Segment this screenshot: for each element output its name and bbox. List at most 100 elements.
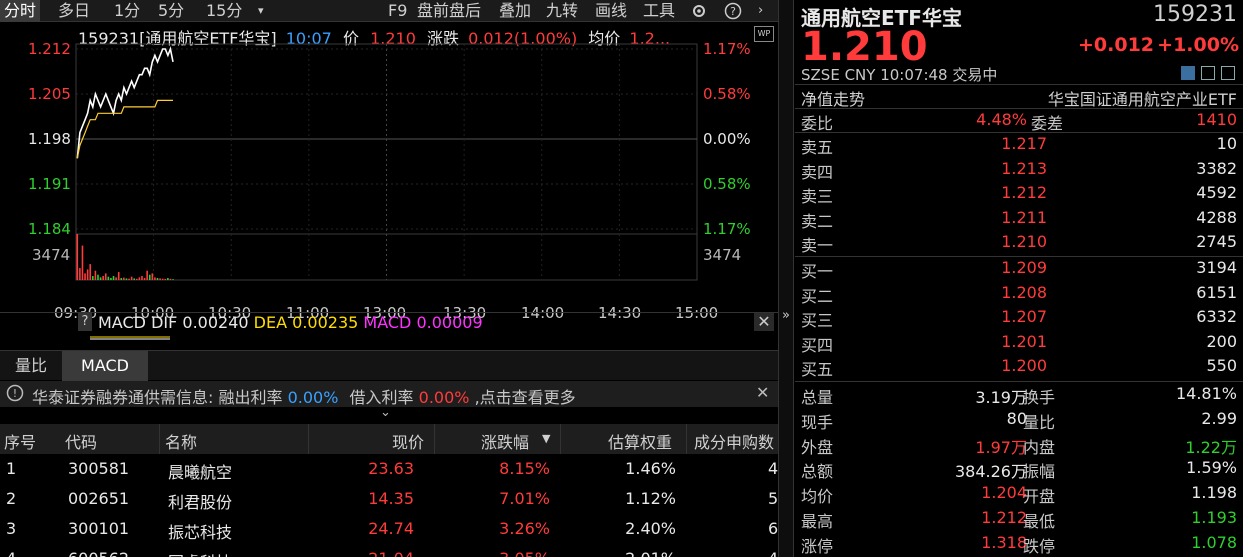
row-name: 国睿科技 [168, 549, 232, 557]
panel-divider[interactable]: » [778, 0, 794, 557]
tool-premarket[interactable]: 盘前盘后 [417, 0, 481, 22]
row-price: 24.74 [368, 519, 414, 538]
price-change: +0.012 [1078, 34, 1155, 56]
period-tab-multiday[interactable]: 多日 [58, 0, 90, 22]
row-subscription-qty: 5 [768, 489, 779, 508]
row-subscription-qty: 4 [768, 549, 778, 557]
ask-price[interactable]: 1.212 [1001, 183, 1047, 202]
ask-book: 卖五 1.217 10 卖四 1.213 3382 卖三 1.212 4592 卖二 1.211 42… [795, 134, 1243, 256]
gear-icon[interactable] [690, 0, 710, 22]
volume-bar [110, 278, 112, 280]
bid-level-label: 买五 [801, 360, 834, 379]
stat-label: 跌停 [1023, 536, 1056, 556]
row-change-pct: 8.15% [499, 459, 550, 478]
row-subscription-qty: 6 [768, 519, 779, 538]
sort-down-icon[interactable]: ▼ [542, 432, 550, 445]
table-row[interactable]: 3 300101 振芯科技 24.74 3.26% 2.40% 6 [0, 514, 778, 544]
table-row[interactable]: 1 300581 晨曦航空 23.63 8.15% 1.46% 4 [0, 454, 778, 484]
bid-price[interactable]: 1.200 [1001, 356, 1047, 375]
volume-bar [156, 278, 159, 280]
stat-value: 1.204 [981, 483, 1027, 503]
stat-value: 1.193 [1191, 508, 1237, 527]
bid-price[interactable]: 1.209 [1001, 258, 1047, 277]
table-row[interactable]: 4 600562 国睿科技 21.04 3.05% 2.01% 4 [0, 544, 778, 557]
ask-price[interactable]: 1.211 [1001, 208, 1047, 227]
ask-level-label: 卖一 [801, 236, 834, 255]
stat-label: 最高 [801, 512, 834, 531]
popout-icon[interactable] [1221, 66, 1235, 80]
info-more-link[interactable]: ,点击查看更多 [475, 388, 576, 407]
dea-value: 0.00235 [292, 313, 359, 332]
margin-info-bar[interactable]: ! 华泰证券融券通供需信息: 融出利率 0.00% 借入利率 0.00% ,点击… [0, 381, 778, 407]
table-header: 序号 代码 名称 现价 涨跌幅 ▼ 估算权重 成分申购数 [0, 424, 778, 454]
tool-tools[interactable]: 工具 [643, 0, 675, 22]
stat-label: 开盘 [1023, 487, 1056, 507]
col-price[interactable]: 现价 [392, 429, 424, 453]
tab-macd[interactable]: MACD [62, 351, 148, 381]
bid-volume: 200 [1206, 331, 1237, 351]
ask-volume: 4592 [1196, 183, 1237, 202]
quote-panel: 通用航空ETF华宝 159231 1.210 +0.012 +1.00% SZS… [795, 0, 1243, 557]
wc-value: 1410 [1196, 110, 1237, 129]
double-chevron-down-icon[interactable]: ⌄ [380, 405, 391, 420]
col-change-pct[interactable]: 涨跌幅 [481, 429, 529, 453]
stat-label: 涨停 [801, 536, 834, 556]
ask-price[interactable]: 1.210 [1001, 232, 1047, 251]
price-plot[interactable] [0, 22, 778, 312]
macd-value: 0.00009 [416, 313, 483, 332]
table-row[interactable]: 2 002651 利君股份 14.35 7.01% 1.12% 5 [0, 484, 778, 514]
chevron-right-icon[interactable]: › [758, 0, 763, 22]
row-code: 300581 [68, 459, 130, 478]
nav-trend-link[interactable]: 净值走势 [801, 86, 865, 110]
info-text: 华泰证券融券通供需信息: 融出利率 0.00% 借入利率 0.00% ,点击查看… [32, 384, 576, 408]
bid-price[interactable]: 1.201 [1001, 332, 1047, 351]
period-tab-5min[interactable]: 5分 [158, 0, 184, 22]
volume-bar [148, 274, 151, 280]
volume-bar [172, 279, 174, 280]
macd-indicator-bar: ? MACD DIF 0.00240 DEA 0.00235 MACD 0.00… [0, 312, 778, 340]
tool-draw[interactable]: 画线 [595, 0, 627, 22]
period-tab-15min[interactable]: 15分 [206, 0, 242, 22]
volume-bar [112, 276, 115, 280]
col-code[interactable]: 代码 [65, 429, 97, 453]
col-weight[interactable]: 估算权重 [608, 429, 672, 453]
edit-icon[interactable] [1181, 66, 1195, 80]
col-index[interactable]: 序号 [4, 429, 36, 453]
ask-level-label: 卖三 [801, 187, 834, 206]
ask-price[interactable]: 1.213 [1001, 159, 1047, 178]
volume-bar [136, 278, 138, 280]
period-tab-1min[interactable]: 1分 [114, 0, 140, 22]
chevron-right-icon[interactable]: » [782, 308, 790, 323]
stat-value: 2.99 [1201, 408, 1237, 428]
row-index: 4 [6, 549, 16, 557]
period-dropdown-icon[interactable]: ▾ [258, 0, 264, 22]
volume-bar [89, 264, 92, 280]
col-name[interactable]: 名称 [165, 429, 197, 453]
col-subscription-qty[interactable]: 成分申购数 [694, 429, 774, 453]
svg-text:?: ? [730, 5, 736, 18]
tool-overlay[interactable]: 叠加 [499, 0, 531, 22]
help-icon[interactable]: ? [78, 313, 92, 331]
quote-time: 10:07:48 [880, 66, 948, 84]
ask-price[interactable]: 1.217 [1001, 134, 1047, 153]
dea-label: DEA [253, 313, 288, 332]
stat-label: 外盘 [801, 437, 834, 457]
volume-bar [143, 278, 146, 280]
row-weight: 2.40% [625, 519, 676, 538]
tab-volume-ratio[interactable]: 量比 [0, 351, 62, 381]
close-icon[interactable]: ✕ [756, 383, 769, 402]
help-icon[interactable]: ? [724, 0, 744, 22]
volume-bar [84, 273, 86, 280]
exchange: SZSE [801, 66, 840, 84]
tool-f9[interactable]: F9 [388, 0, 407, 22]
stat-label: 总量 [801, 388, 834, 407]
volume-bar [79, 268, 81, 280]
window-icon[interactable] [1201, 66, 1215, 80]
bid-price[interactable]: 1.207 [1001, 307, 1047, 326]
currency: CNY [844, 66, 876, 84]
period-tab-intraday[interactable]: 分时 [0, 0, 41, 22]
tool-nine-turn[interactable]: 九转 [546, 0, 578, 22]
close-icon[interactable]: ✕ [754, 313, 774, 331]
bid-price[interactable]: 1.208 [1001, 283, 1047, 302]
bid-volume: 6151 [1196, 282, 1237, 302]
